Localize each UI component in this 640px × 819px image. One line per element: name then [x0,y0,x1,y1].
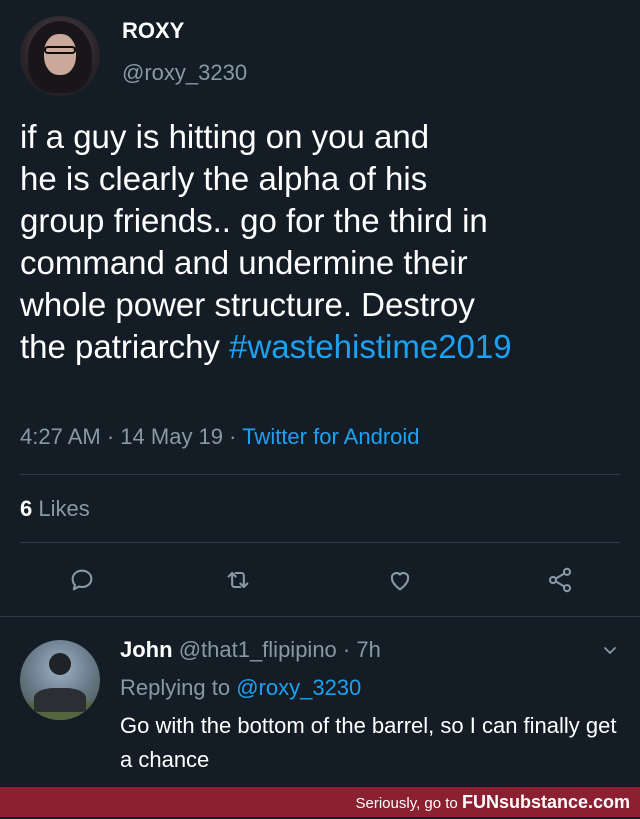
author-avatar[interactable] [20,16,100,96]
author-handle[interactable]: @roxy_3230 [122,60,247,86]
chevron-down-icon[interactable] [602,642,618,658]
retweet-button[interactable] [218,560,258,600]
likes-number: 6 [20,496,33,521]
divider [20,474,620,475]
watermark-brand: FUNsubstance.com [461,792,630,812]
retweet-icon [227,571,249,589]
avatar-motorbike [34,688,86,712]
replying-mention-link[interactable]: @roxy_3230 [236,675,361,700]
tweet-source-link[interactable]: Twitter for Android [242,424,419,449]
like-button[interactable] [380,560,420,600]
reply-author-avatar[interactable] [20,640,100,720]
replying-to-line: Replying to @roxy_3230 [120,675,361,701]
reply-author-name[interactable]: John [120,637,173,662]
tweet-meta: 4:27 AM · 14 May 19 · Twitter for Androi… [20,424,420,450]
hashtag-link[interactable]: #wastehistime2019 [229,328,512,365]
share-icon [548,567,572,593]
watermark-prefix: Seriously, go to [355,795,458,812]
likes-label: Likes [38,496,90,521]
meta-separator: · [229,424,237,449]
heart-icon [390,572,410,591]
avatar-glasses [44,46,76,55]
avatar-face [44,33,76,76]
share-button[interactable] [540,560,580,600]
reply-text: Go with the bottom of the barrel, so I c… [120,713,617,772]
reply-header: John @that1_flipipino · 7h [120,637,381,663]
tweet-date[interactable]: 14 May 19 [120,424,223,449]
reply-button[interactable] [62,560,102,600]
reply-author-handle[interactable]: @that1_flipipino [179,637,337,662]
divider [20,542,620,543]
tweet-text: if a guy is hitting on you and he is cle… [20,116,630,368]
tweet-time[interactable]: 4:27 AM [20,424,101,449]
author-display-name[interactable]: ROXY [122,18,184,44]
replying-label: Replying to [120,675,231,700]
reply-icon [71,569,93,591]
tweet-actions [0,560,640,600]
meta-separator: · [106,424,115,449]
watermark-banner: Seriously, go to FUNsubstance.com [0,787,640,817]
reply-time[interactable]: 7h [356,637,380,662]
section-divider [0,616,640,617]
avatar-helmet [48,652,72,676]
reply-separator: · [342,637,351,662]
likes-count[interactable]: 6 Likes [20,496,90,522]
